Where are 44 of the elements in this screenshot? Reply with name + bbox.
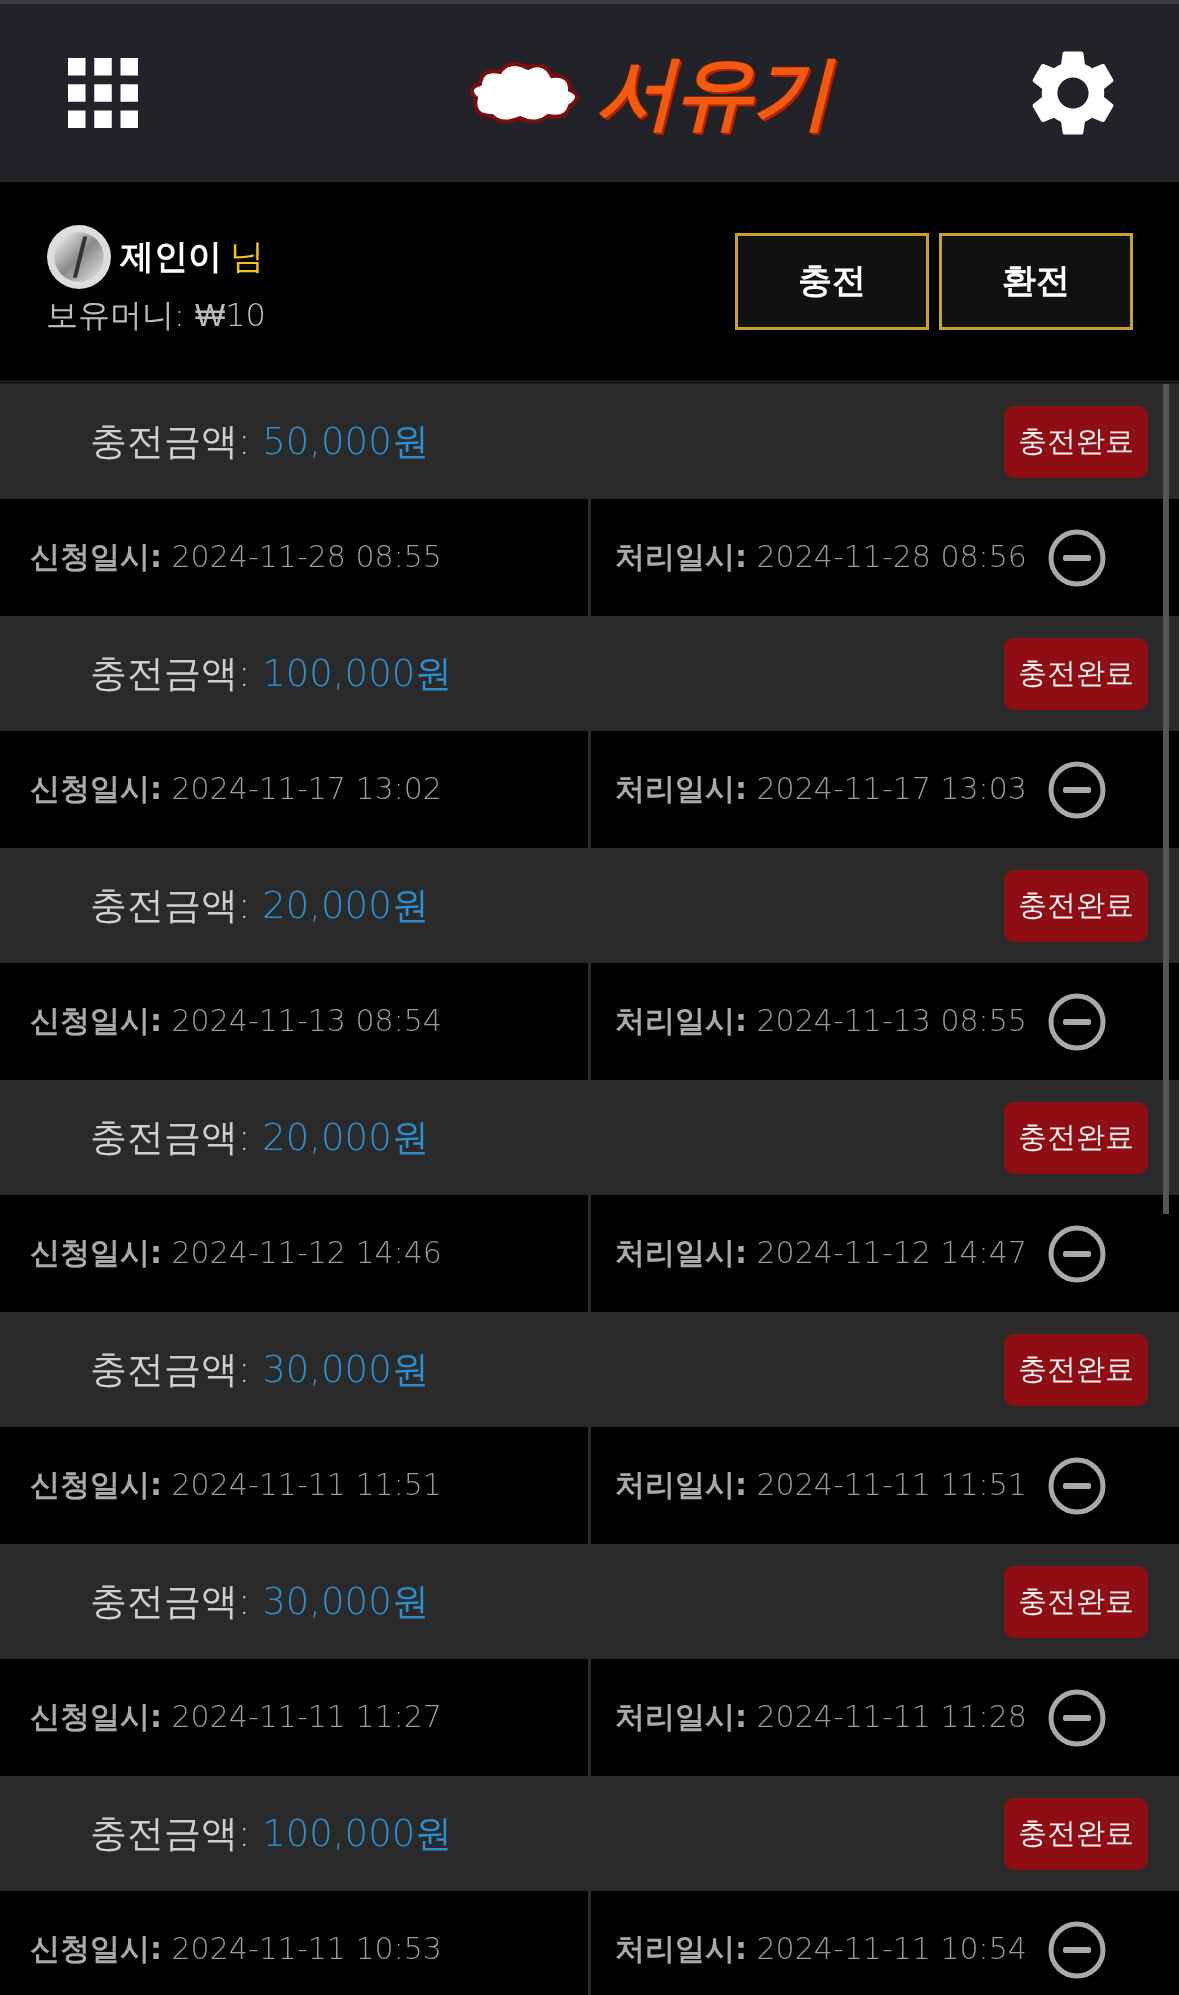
status-badge: 충전완료: [1004, 1565, 1148, 1638]
minus-circle-icon[interactable]: [1046, 1223, 1107, 1284]
user-name: 제인이: [120, 235, 222, 278]
amount-text: 충전금액: 20,000원: [90, 1114, 429, 1161]
status-badge: 충전완료: [1004, 1797, 1148, 1870]
balance-text: 보유머니: ₩10: [46, 295, 266, 336]
minus-circle-icon[interactable]: [1046, 1455, 1107, 1516]
minus-circle-icon[interactable]: [1046, 527, 1107, 588]
minus-circle-icon[interactable]: [1046, 1919, 1107, 1980]
amount-text: 충전금액: 100,000원: [90, 1810, 453, 1857]
amount-text: 충전금액: 30,000원: [90, 1346, 429, 1393]
request-time-text: 신청일시: 2024-11-17 13:02: [30, 770, 442, 808]
process-time-text: 처리일시: 2024-11-13 08:55: [615, 1002, 1027, 1040]
minus-circle-icon[interactable]: [1046, 991, 1107, 1052]
amount-text: 충전금액: 30,000원: [90, 1578, 429, 1625]
status-badge: 충전완료: [1004, 637, 1148, 710]
request-time-text: 신청일시: 2024-11-11 10:53: [30, 1930, 442, 1968]
process-time-text: 처리일시: 2024-11-11 10:54: [615, 1930, 1027, 1968]
scrollbar[interactable]: [1163, 384, 1169, 1214]
status-badge: 충전완료: [1004, 1101, 1148, 1174]
charge-button[interactable]: 충전: [735, 232, 929, 330]
exchange-button[interactable]: 환전: [939, 232, 1133, 330]
status-badge: 충전완료: [1004, 869, 1148, 942]
status-badge: 충전완료: [1004, 1333, 1148, 1406]
honorific-text: 님: [230, 235, 264, 278]
request-time-text: 신청일시: 2024-11-11 11:27: [30, 1698, 442, 1736]
request-time-text: 신청일시: 2024-11-12 14:46: [30, 1234, 442, 1272]
request-time-text: 신청일시: 2024-11-28 08:55: [30, 538, 442, 576]
logo-text: 서유기: [589, 38, 844, 148]
request-time-text: 신청일시: 2024-11-13 08:54: [30, 1002, 442, 1040]
process-time-text: 처리일시: 2024-11-11 11:51: [615, 1466, 1027, 1504]
amount-text: 충전금액: 50,000원: [90, 418, 429, 465]
coin-avatar-icon: [46, 224, 112, 290]
request-time-text: 신청일시: 2024-11-11 11:51: [30, 1466, 442, 1504]
amount-text: 충전금액: 100,000원: [90, 650, 453, 697]
amount-text: 충전금액: 20,000원: [90, 882, 429, 929]
process-time-text: 처리일시: 2024-11-12 14:47: [615, 1234, 1027, 1272]
minus-circle-icon[interactable]: [1046, 759, 1107, 820]
process-time-text: 처리일시: 2024-11-11 11:28: [615, 1698, 1027, 1736]
status-badge: 충전완료: [1004, 405, 1148, 478]
grid-menu-icon[interactable]: [68, 58, 138, 128]
process-time-text: 처리일시: 2024-11-28 08:56: [615, 538, 1027, 576]
process-time-text: 처리일시: 2024-11-17 13:03: [615, 770, 1027, 808]
minus-circle-icon[interactable]: [1046, 1687, 1107, 1748]
